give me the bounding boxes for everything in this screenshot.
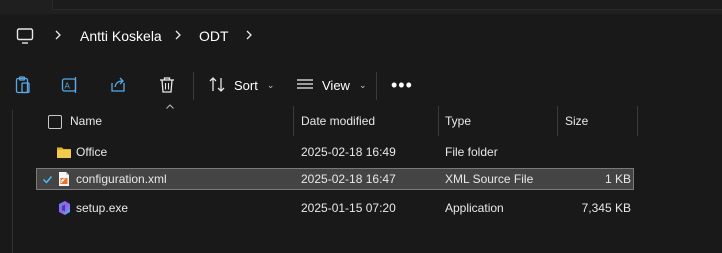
file-name: Office xyxy=(76,145,108,159)
file-size xyxy=(565,141,631,163)
rename-icon[interactable]: A xyxy=(60,75,80,95)
file-type: XML Source File xyxy=(445,172,534,186)
file-type: Application xyxy=(445,201,504,215)
command-bar: A Sort ⌄ View ⌄ ••• xyxy=(0,62,722,110)
chevron-right-icon[interactable] xyxy=(52,29,64,41)
sort-icon xyxy=(209,77,225,92)
toolbar-separator xyxy=(193,72,194,100)
column-header-row: Name Date modified Type Size xyxy=(36,106,722,136)
select-all-checkbox[interactable] xyxy=(48,115,62,129)
address-bar[interactable]: Antti Koskela ODT xyxy=(0,18,722,53)
file-size: 1 KB xyxy=(604,172,631,186)
file-date: 2025-02-18 16:49 xyxy=(301,145,396,159)
checkmark-icon[interactable] xyxy=(42,174,53,185)
paste-icon[interactable] xyxy=(13,75,33,95)
column-header-size[interactable]: Size xyxy=(565,106,588,136)
share-icon[interactable] xyxy=(108,75,128,95)
breadcrumb-item-user[interactable]: Antti Koskela xyxy=(80,28,162,44)
tab-strip xyxy=(0,0,722,14)
more-options-icon[interactable]: ••• xyxy=(391,76,413,94)
column-header-date-modified[interactable]: Date modified xyxy=(301,106,375,136)
column-divider[interactable] xyxy=(637,106,638,136)
chevron-right-icon[interactable] xyxy=(172,29,184,41)
view-icon xyxy=(297,79,313,89)
breadcrumb-item-odt[interactable]: ODT xyxy=(199,28,229,44)
file-date: 2025-01-15 07:20 xyxy=(301,201,396,215)
delete-icon[interactable] xyxy=(157,75,177,95)
file-type: File folder xyxy=(445,145,498,159)
office-app-icon xyxy=(59,201,70,215)
file-row-configuration[interactable]: configuration.xml 2025-02-18 16:47 XML S… xyxy=(36,168,634,190)
file-row-setup[interactable]: setup.exe 2025-01-15 07:20 Application 7… xyxy=(36,197,634,219)
this-pc-icon[interactable] xyxy=(16,27,34,45)
navigation-pane-border xyxy=(12,110,13,253)
chevron-down-icon: ⌄ xyxy=(358,79,367,90)
column-divider[interactable] xyxy=(557,106,558,136)
xml-file-icon xyxy=(59,172,69,186)
view-label: View xyxy=(322,77,350,93)
toolbar-separator xyxy=(376,72,377,100)
file-date: 2025-02-18 16:47 xyxy=(301,172,396,186)
view-button[interactable]: View ⌄ xyxy=(295,75,367,95)
chevron-down-icon: ⌄ xyxy=(266,79,275,90)
svg-text:A: A xyxy=(65,82,71,91)
sort-label: Sort xyxy=(234,77,258,93)
sort-button[interactable]: Sort ⌄ xyxy=(207,75,274,95)
column-divider[interactable] xyxy=(293,106,294,136)
file-size: 7,345 KB xyxy=(581,201,631,215)
column-divider[interactable] xyxy=(438,106,439,136)
file-row-office[interactable]: Office 2025-02-18 16:49 File folder xyxy=(36,141,634,163)
tab-strip-inner xyxy=(52,0,722,10)
column-header-name[interactable]: Name xyxy=(70,106,102,136)
file-name: setup.exe xyxy=(76,201,129,215)
file-name: configuration.xml xyxy=(76,172,167,186)
folder-icon xyxy=(57,147,71,158)
column-header-type[interactable]: Type xyxy=(445,106,471,136)
chevron-right-icon[interactable] xyxy=(243,29,255,41)
